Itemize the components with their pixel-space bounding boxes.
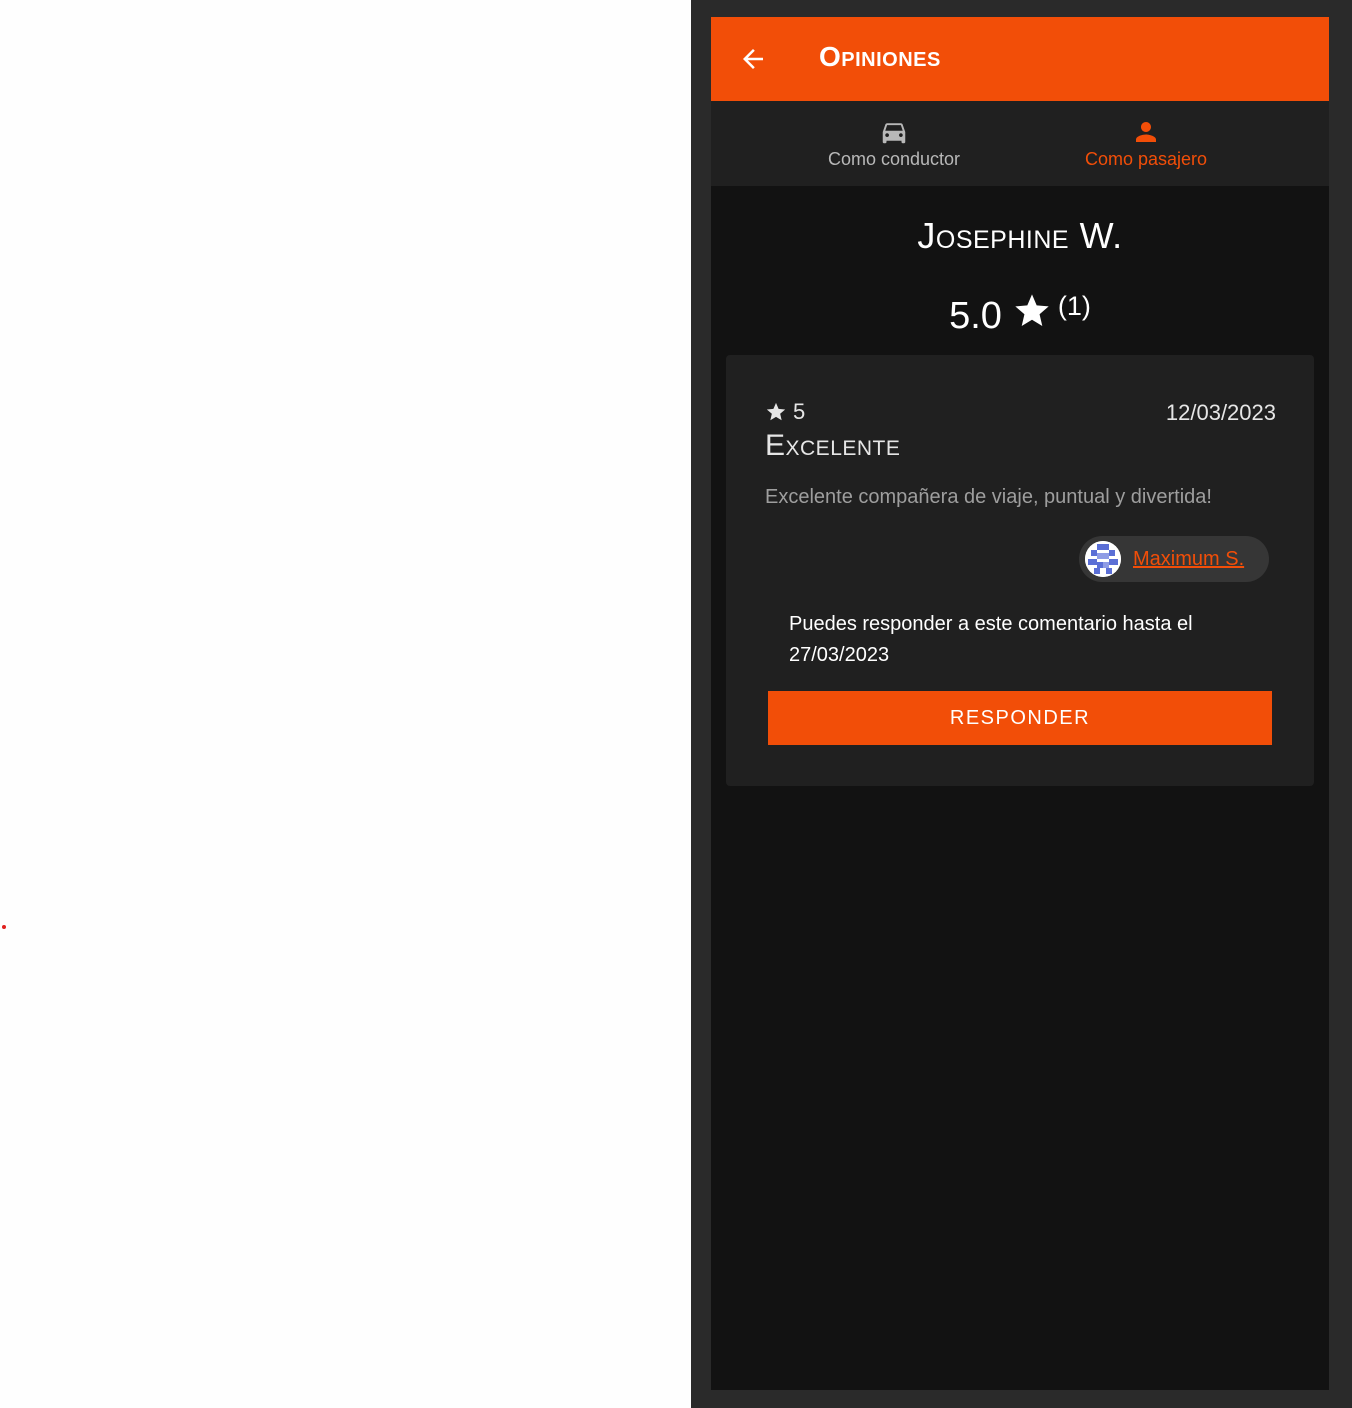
review-card: 5 12/03/2023 Excelente Excelente compañe… [726,355,1314,786]
review-title: Excelente [765,429,901,462]
reply-button[interactable]: RESPONDER [768,691,1272,745]
page-title: Opiniones [819,41,941,72]
tab-bar: Como conductor Como pasajero [711,101,1329,186]
device-frame: Opiniones Como conductor Como pasajero J… [691,0,1352,1408]
review-score-value: 5 [793,399,806,424]
star-icon [1015,294,1049,326]
red-dot-marker [2,925,6,929]
author-avatar [1085,541,1121,577]
tab-as-passenger[interactable]: Como pasajero [1049,101,1243,186]
identicon-avatar [1085,541,1121,577]
review-author-chip[interactable]: Maximum S. [1079,536,1269,582]
review-date: 12/03/2023 [1165,400,1276,425]
review-text: Excelente compañera de viaje, puntual y … [765,486,1212,508]
person-icon [1136,122,1156,142]
car-icon [882,123,906,144]
reviews-screen: Opiniones Como conductor Como pasajero J… [711,17,1329,1390]
review-count: (1) [1057,291,1091,321]
overall-rating: 5.0 (1) [711,289,1329,338]
author-name-link[interactable]: Maximum S. [1133,548,1244,571]
rating-value: 5.0 [949,295,1002,337]
reply-deadline-notice: Puedes responder a este comentario hasta… [789,613,1193,666]
tab-as-driver-label: Como conductor [827,149,961,169]
app-bar: Opiniones [711,17,1329,101]
back-button[interactable] [737,43,769,75]
review-score: 5 [765,399,805,425]
profile-name: Josephine W. [917,215,1123,256]
star-icon [766,402,786,421]
tab-as-passenger-label: Como pasajero [1084,149,1208,169]
arrow-left-icon [743,49,763,69]
tab-as-driver[interactable]: Como conductor [797,101,991,186]
